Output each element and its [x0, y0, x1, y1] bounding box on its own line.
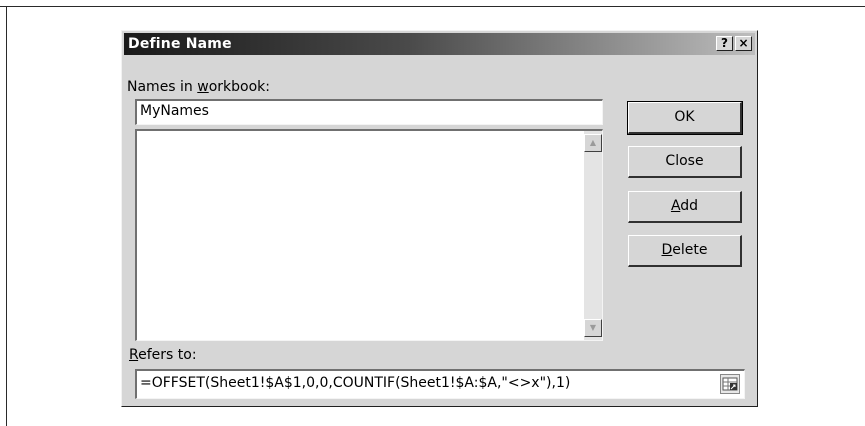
- names-list-scrollbar[interactable]: ▲ ▼: [584, 131, 602, 340]
- close-window-button[interactable]: ×: [735, 36, 752, 51]
- name-input-value: MyNames: [140, 103, 209, 119]
- delete-button[interactable]: Delete: [628, 235, 742, 267]
- refers-label-rest: efers to:: [138, 347, 197, 363]
- close-button[interactable]: Close: [628, 146, 742, 178]
- dialog-title: Define Name: [128, 36, 232, 52]
- names-label-text: Names in: [127, 79, 198, 95]
- names-label-rest: orkbook:: [208, 79, 270, 95]
- names-list[interactable]: ▲ ▼: [135, 129, 603, 341]
- refers-to-label: Refers to:: [129, 347, 197, 363]
- name-input[interactable]: MyNames: [135, 99, 603, 125]
- page-frame-top-border: [0, 6, 865, 7]
- title-bar[interactable]: Define Name ? ×: [124, 33, 755, 55]
- page-frame-left-border: [6, 6, 7, 426]
- delete-button-mnemonic: D: [661, 242, 673, 258]
- collapse-dialog-icon[interactable]: [720, 374, 740, 394]
- add-button-mnemonic: A: [670, 198, 681, 214]
- help-button[interactable]: ?: [716, 36, 733, 51]
- add-button-label: dd: [680, 198, 699, 214]
- define-name-dialog: Define Name ? × Names in workbook: MyNam…: [121, 30, 758, 407]
- scroll-up-icon[interactable]: ▲: [584, 134, 602, 152]
- refers-to-input[interactable]: =OFFSET(Sheet1!$A$1,0,0,COUNTIF(Sheet1!$…: [135, 369, 745, 399]
- delete-button-label: elete: [672, 242, 708, 258]
- names-in-workbook-label: Names in workbook:: [127, 79, 270, 95]
- add-button[interactable]: Add: [628, 191, 742, 223]
- names-label-mnemonic: w: [197, 79, 209, 95]
- refers-label-mnemonic: R: [129, 347, 139, 363]
- ok-button[interactable]: OK: [627, 101, 743, 135]
- refers-to-value: =OFFSET(Sheet1!$A$1,0,0,COUNTIF(Sheet1!$…: [140, 375, 571, 391]
- scroll-down-icon[interactable]: ▼: [584, 319, 602, 337]
